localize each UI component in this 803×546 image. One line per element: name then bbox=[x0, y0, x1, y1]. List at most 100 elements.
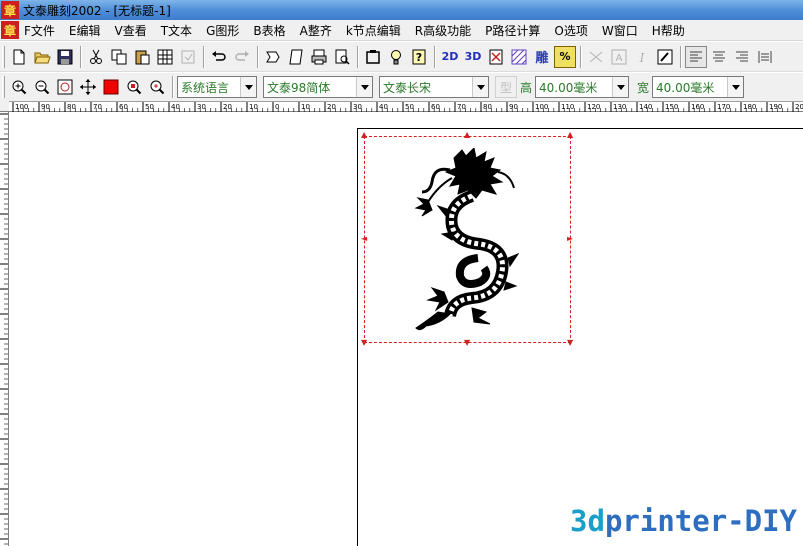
ruler-tick-label: 60 bbox=[119, 103, 128, 111]
ruler-tick-label: 0 bbox=[275, 103, 279, 111]
ruler-tick-label: 160 bbox=[691, 103, 704, 111]
align-justify-icon[interactable] bbox=[754, 46, 776, 68]
chevron-down-icon[interactable] bbox=[356, 77, 372, 97]
save-icon[interactable] bbox=[54, 46, 76, 68]
ruler-tick-label: 40 bbox=[171, 103, 180, 111]
ruler-tick-label: 150 bbox=[665, 103, 678, 111]
selection-handle[interactable]: ▲ bbox=[361, 131, 367, 139]
edit-text-icon[interactable] bbox=[654, 46, 676, 68]
language-value: 系统语言 bbox=[181, 80, 230, 95]
dragon-icon[interactable] bbox=[414, 148, 519, 334]
font-value: 文泰98简体 bbox=[267, 80, 331, 95]
height-field[interactable]: 40.00毫米 bbox=[535, 76, 630, 98]
chevron-down-icon[interactable] bbox=[240, 77, 256, 97]
page-border-top bbox=[357, 128, 803, 129]
menu-table[interactable]: B表格 bbox=[246, 22, 292, 39]
frame-icon[interactable] bbox=[362, 46, 384, 68]
selection-handle[interactable]: ► bbox=[567, 235, 573, 243]
toolbar-grip[interactable] bbox=[2, 76, 5, 98]
tip-bulb-icon[interactable] bbox=[385, 46, 407, 68]
zoom-out-icon[interactable] bbox=[31, 76, 53, 98]
fill-color-icon[interactable] bbox=[100, 76, 122, 98]
ruler-tick-label: 50 bbox=[145, 103, 154, 111]
ruler-tick-label: 30 bbox=[197, 103, 206, 111]
zoom-selection-icon[interactable] bbox=[123, 76, 145, 98]
align-left-icon[interactable] bbox=[685, 45, 707, 68]
print-icon[interactable] bbox=[308, 46, 330, 68]
toolbar-grip[interactable] bbox=[2, 45, 5, 68]
ruler-tick-label: 170 bbox=[717, 103, 730, 111]
menu-view[interactable]: V查看 bbox=[108, 22, 154, 39]
hatch-fill-icon[interactable] bbox=[508, 46, 530, 68]
align-right-icon[interactable] bbox=[731, 46, 753, 68]
ruler-tick-label: 10 bbox=[301, 103, 310, 111]
clipboard-grid-icon[interactable] bbox=[154, 46, 176, 68]
menu-node-edit[interactable]: k节点编辑 bbox=[339, 22, 408, 39]
toolbar-separator bbox=[203, 45, 205, 68]
menu-help[interactable]: H帮助 bbox=[645, 22, 692, 39]
text-box-icon[interactable]: A bbox=[608, 46, 630, 68]
italic-icon[interactable]: I bbox=[631, 46, 653, 68]
engrave-button[interactable]: 雕 bbox=[531, 46, 553, 68]
pan-move-icon[interactable] bbox=[77, 76, 99, 98]
import-icon[interactable] bbox=[262, 46, 284, 68]
new-file-icon[interactable] bbox=[8, 46, 30, 68]
ruler-tick-label: 120 bbox=[587, 103, 600, 111]
menu-edit[interactable]: E编辑 bbox=[62, 22, 108, 39]
copy-icon[interactable] bbox=[108, 46, 130, 68]
document-icon[interactable]: 章 bbox=[1, 21, 19, 39]
cut-icon[interactable] bbox=[85, 46, 107, 68]
page-setup-icon[interactable] bbox=[285, 46, 307, 68]
chevron-down-icon[interactable] bbox=[612, 77, 629, 97]
ruler-tick-label: 80 bbox=[67, 103, 76, 111]
chevron-down-icon[interactable] bbox=[472, 77, 488, 97]
menu-advanced[interactable]: R高级功能 bbox=[408, 22, 478, 39]
paste-icon[interactable] bbox=[131, 46, 153, 68]
width-field[interactable]: 40.00毫米 bbox=[652, 76, 745, 98]
open-folder-icon[interactable] bbox=[31, 46, 53, 68]
chevron-down-icon[interactable] bbox=[727, 77, 744, 97]
print-preview-icon[interactable] bbox=[331, 46, 353, 68]
height-value[interactable]: 40.00毫米 bbox=[536, 79, 612, 96]
selection-handle[interactable]: ▲ bbox=[464, 131, 470, 139]
font-style-value: 文泰长宋 bbox=[383, 80, 432, 95]
vertical-ruler bbox=[0, 112, 9, 546]
redo-icon[interactable] bbox=[231, 46, 253, 68]
align-center-icon[interactable] bbox=[708, 46, 730, 68]
watermark-part1: 3d bbox=[570, 504, 605, 538]
width-value[interactable]: 40.00毫米 bbox=[653, 79, 727, 96]
menu-align[interactable]: A整齐 bbox=[293, 22, 339, 39]
undo-icon[interactable] bbox=[208, 46, 230, 68]
zoom-in-icon[interactable] bbox=[8, 76, 30, 98]
menu-window[interactable]: W窗口 bbox=[595, 22, 645, 39]
font-select[interactable]: 文泰98简体 bbox=[263, 76, 373, 98]
zoom-page-icon[interactable] bbox=[54, 76, 76, 98]
menu-graphics[interactable]: G图形 bbox=[199, 22, 246, 39]
effect-x-icon[interactable] bbox=[485, 46, 507, 68]
language-select[interactable]: 系统语言 bbox=[177, 76, 257, 98]
selection-handle[interactable]: ◄ bbox=[361, 235, 367, 243]
menu-text[interactable]: T文本 bbox=[154, 22, 199, 39]
drawing-canvas[interactable]: ▲ ▲ ▲ ◄ ► ▼ ▼ ▼ bbox=[9, 112, 803, 546]
view-3d-button[interactable]: 3D bbox=[462, 46, 484, 68]
ruler-corner bbox=[0, 101, 9, 112]
selection-handle[interactable]: ▼ bbox=[567, 339, 573, 347]
help-icon[interactable]: ? bbox=[408, 46, 430, 68]
width-label: 宽 bbox=[637, 80, 650, 95]
paste-special-icon[interactable] bbox=[177, 46, 199, 68]
svg-text:I: I bbox=[639, 51, 645, 65]
percent-button[interactable]: % bbox=[554, 45, 576, 68]
page-border-left bbox=[357, 128, 358, 546]
node-tool-icon[interactable] bbox=[585, 46, 607, 68]
selection-handle[interactable]: ▼ bbox=[464, 339, 470, 347]
menu-path-calc[interactable]: P路径计算 bbox=[478, 22, 547, 39]
menu-file[interactable]: F文件 bbox=[19, 22, 62, 39]
selection-handle[interactable]: ▼ bbox=[361, 339, 367, 347]
style-button[interactable]: 型 bbox=[495, 76, 517, 98]
menu-options[interactable]: O选项 bbox=[547, 22, 594, 39]
ruler-tick-label: 100 bbox=[15, 103, 28, 111]
font-style-select[interactable]: 文泰长宋 bbox=[379, 76, 489, 98]
view-2d-button[interactable]: 2D bbox=[439, 46, 461, 68]
zoom-all-icon[interactable] bbox=[146, 76, 168, 98]
selection-handle[interactable]: ▲ bbox=[567, 131, 573, 139]
